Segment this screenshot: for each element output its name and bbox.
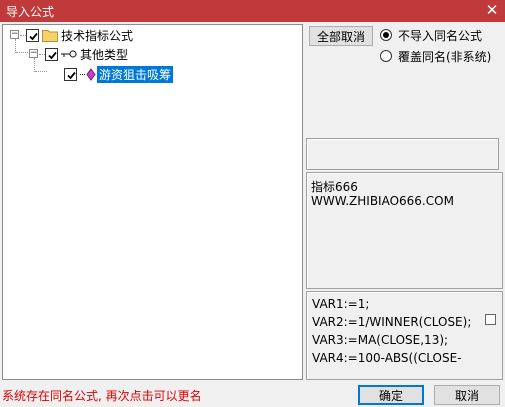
formula-checkbox[interactable] [64,68,77,81]
check-icon [29,32,38,41]
tree-node-root[interactable]: − 技术指标公式 [3,26,203,44]
folder-icon [42,30,58,42]
description-text: 指标666 [311,180,358,194]
tree-node-label: 其他类型 [80,48,129,62]
radio-label: 不导入同名公式 [398,29,483,43]
collapse-toggle[interactable]: − [29,49,38,58]
radio-button[interactable] [380,50,392,62]
title-bar: 导入公式 ✕ [0,0,505,22]
tree-node-label: 游资狙击吸筹 [97,66,174,83]
formula-code-panel[interactable]: VAR1:=1; VAR2:=1/WINNER(CLOSE); VAR3:=MA… [306,291,503,380]
radio-overwrite-duplicates[interactable]: 覆盖同名(非系统) [380,48,502,64]
window-title: 导入公式 [6,5,55,19]
description-panel: 指标666 WWW.ZHIBIAO666.COM [306,172,503,289]
info-panel [306,138,499,170]
formula-tree[interactable]: − 技术指标公式 − 其他类型 游资狙击吸筹 [2,24,303,380]
status-message: 系统存在同名公式, 再次点击可以更名 [2,389,202,403]
collapse-toggle[interactable]: − [10,30,19,39]
radio-skip-duplicates[interactable]: 不导入同名公式 [380,27,500,43]
key-icon [61,50,77,58]
tree-node-formula[interactable]: 游资狙击吸筹 [3,65,203,83]
toggle-all-button[interactable]: 全部取消 [309,26,373,46]
code-line: VAR2:=1/WINNER(CLOSE); [312,315,472,329]
cancel-button[interactable]: 取消 [434,385,500,405]
check-icon [48,51,57,60]
radio-label: 覆盖同名(非系统) [398,50,492,64]
code-line: VAR4:=100-ABS((CLOSE- [312,351,462,365]
ok-button[interactable]: 确定 [358,385,424,405]
category-checkbox[interactable] [45,48,58,61]
radio-dot [383,32,389,38]
root-checkbox[interactable] [26,29,39,42]
formula-icon [80,68,96,81]
radio-button[interactable] [380,29,392,41]
check-icon [67,71,76,80]
tree-node-category[interactable]: − 其他类型 [3,45,203,63]
close-button[interactable]: ✕ [483,1,501,20]
code-line: VAR3:=MA(CLOSE,13); [312,333,449,347]
code-line: VAR1:=1; [312,297,370,311]
description-text: WWW.ZHIBIAO666.COM [311,194,454,208]
code-option-checkbox[interactable] [485,314,496,325]
tree-node-label: 技术指标公式 [61,29,134,43]
